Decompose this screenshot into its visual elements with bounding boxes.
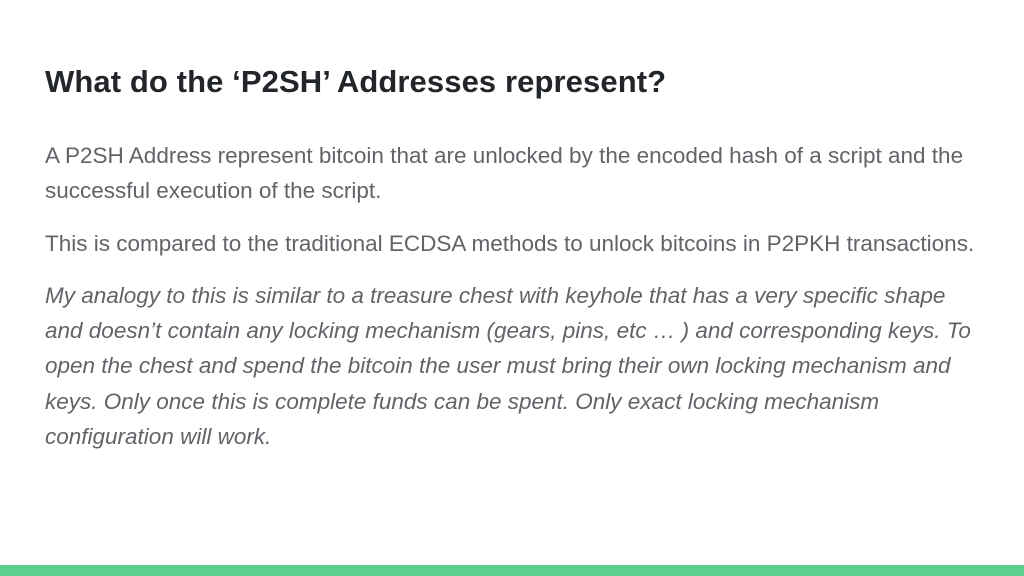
paragraph-treasure-chest-analogy: My analogy to this is similar to a treas… [45,282,971,450]
slide: What do the ‘P2SH’ Addresses represent? … [0,0,1024,576]
paragraph-ecdsa-comparison: This is compared to the traditional ECDS… [45,230,975,256]
bottom-accent-bar [0,565,1024,576]
slide-title: What do the ‘P2SH’ Addresses represent? [45,64,667,99]
paragraph-p2sh-definition: A P2SH Address represent bitcoin that ar… [45,143,964,204]
